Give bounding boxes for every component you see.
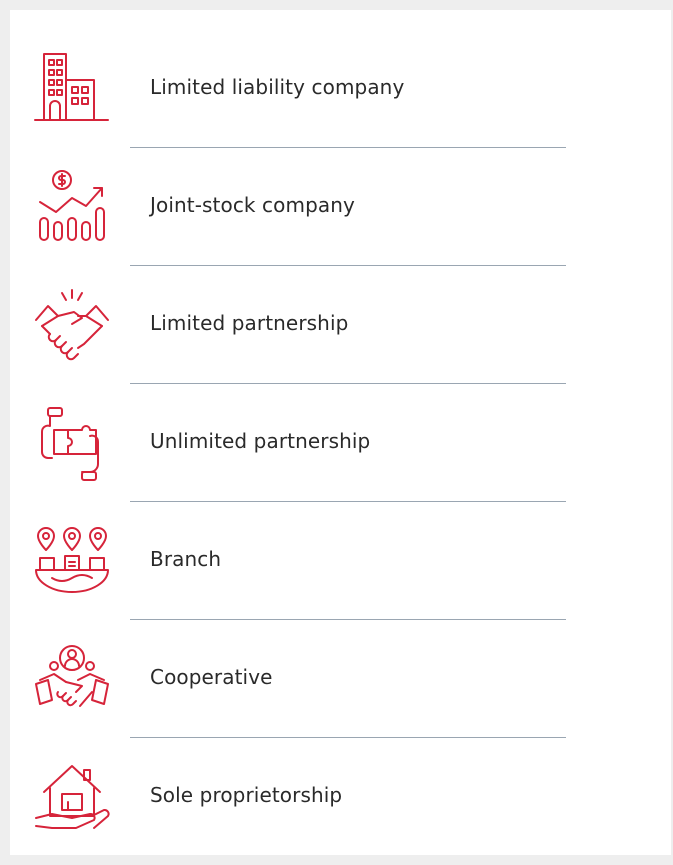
divider [130,619,566,620]
branch-locations-icon [32,522,112,602]
item-label: Limited partnership [150,311,349,335]
divider [130,265,566,266]
list-item-cooperative: Cooperative [10,630,671,748]
divider [130,501,566,502]
divider [130,383,566,384]
item-label: Cooperative [150,665,273,689]
item-label: Branch [150,547,222,571]
divider [130,147,566,148]
list-item-limited-liability-company: Limited liability company [10,40,671,158]
house-in-hand-icon [32,758,112,838]
list-item-limited-partnership: Limited partnership [10,276,671,394]
item-label: Limited liability company [150,75,405,99]
list-item-joint-stock-company: Joint-stock company [10,158,671,276]
item-label: Unlimited partnership [150,429,371,453]
office-building-icon [32,50,112,130]
list-item-sole-proprietorship: Sole proprietorship [10,748,671,834]
divider [130,737,566,738]
entity-types-card: Limited liability company Joint-stock co [10,10,671,855]
item-label: Joint-stock company [150,193,355,217]
entity-types-list: Limited liability company Joint-stock co [10,40,671,834]
cooperative-handshake-icon [32,640,112,720]
list-item-unlimited-partnership: Unlimited partnership [10,394,671,512]
puzzle-hands-icon [32,404,112,484]
stock-growth-icon [32,168,112,248]
item-label: Sole proprietorship [150,783,343,807]
list-item-branch: Branch [10,512,671,630]
handshake-icon [32,286,112,366]
